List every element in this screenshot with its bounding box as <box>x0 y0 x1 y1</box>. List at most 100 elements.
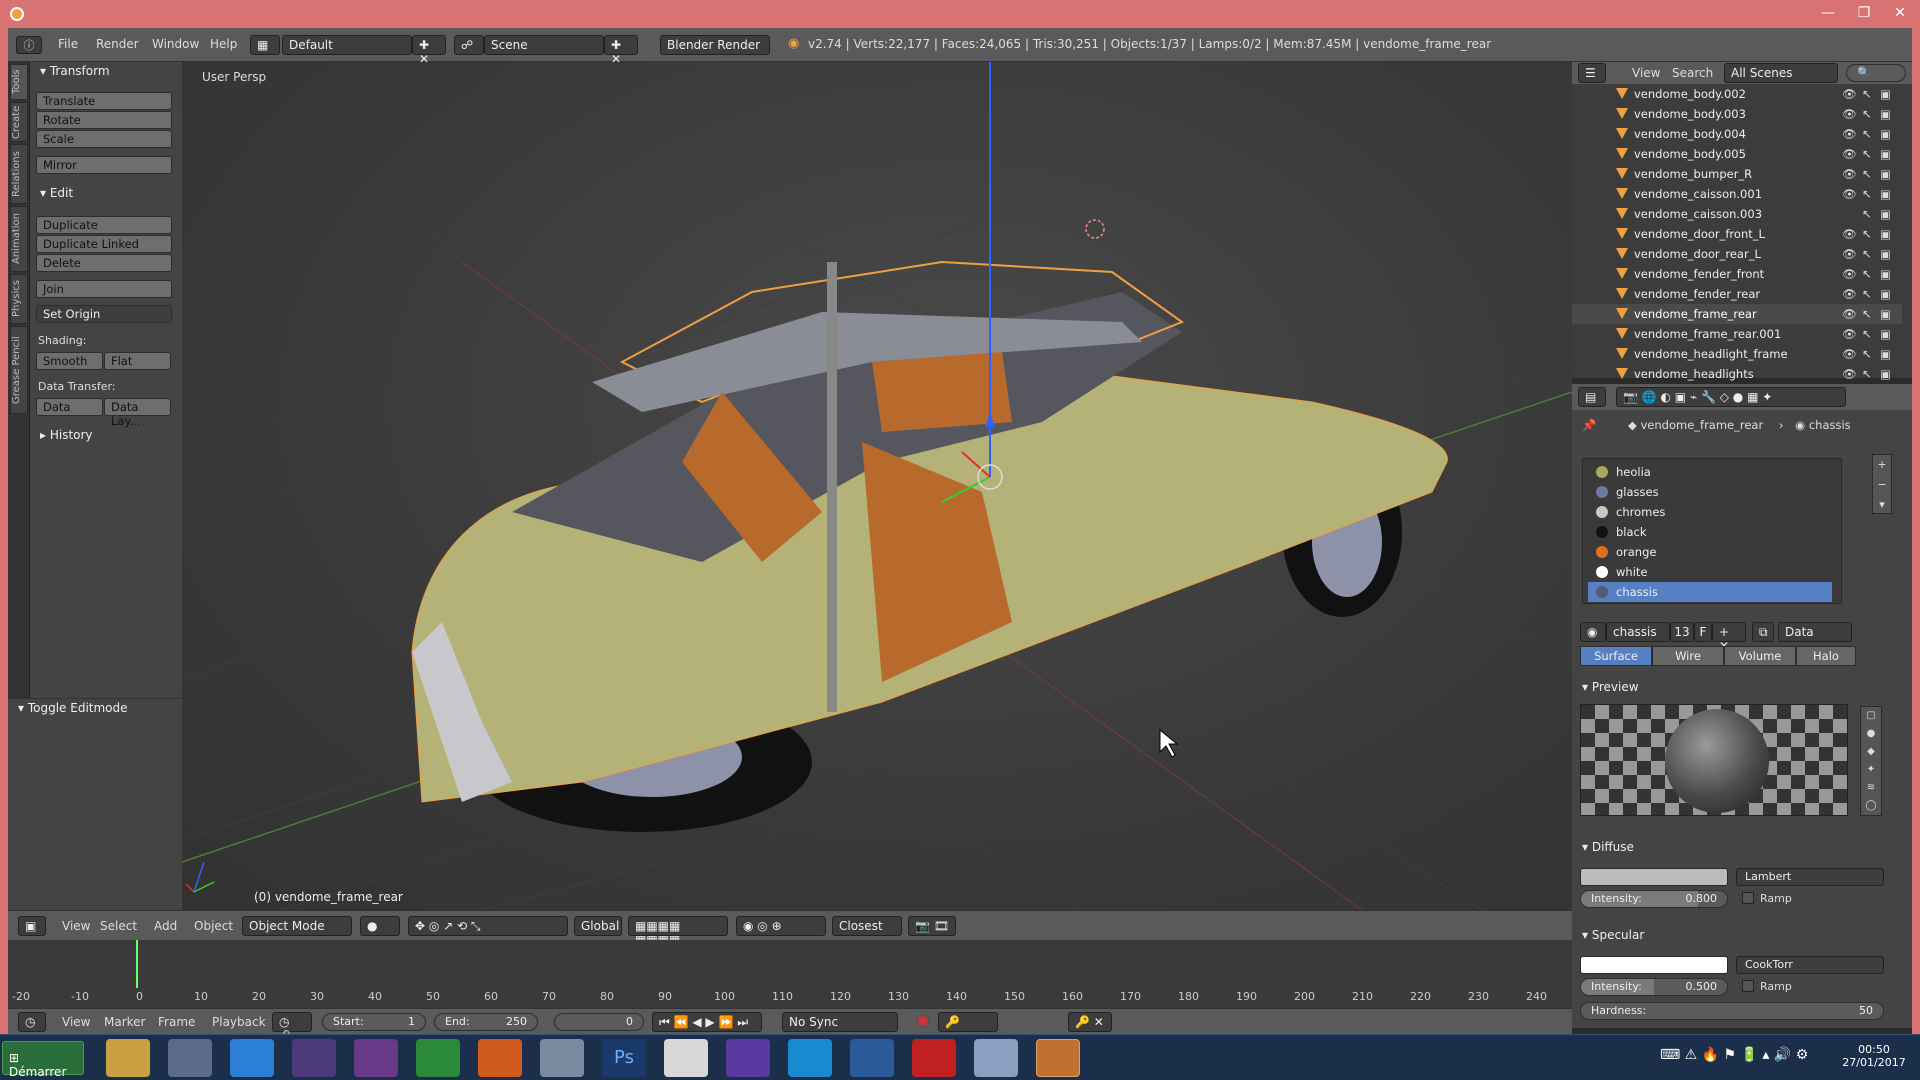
preview-range-toggle[interactable]: ◷ 🔒 <box>272 1012 312 1043</box>
outliner-row[interactable]: vendome_frame_rear.001 👁 ↖ ▣ <box>1572 324 1902 344</box>
record-icon[interactable] <box>916 1014 930 1028</box>
selectable-arrow-icon[interactable]: ↖ <box>1862 227 1872 241</box>
link-select[interactable]: Data <box>1778 622 1852 642</box>
copy-material-icon[interactable]: ⧉ <box>1752 622 1774 642</box>
tab-surface[interactable]: Surface <box>1580 646 1652 666</box>
data-layout-button[interactable]: Data Lay... <box>104 398 171 428</box>
outliner-display-select[interactable]: All Scenes <box>1724 63 1838 83</box>
visibility-eye-icon[interactable]: 👁 <box>1842 227 1857 241</box>
tab-create[interactable]: Create <box>10 102 28 142</box>
scene-add-remove[interactable]: ✚ ✕ <box>604 35 638 66</box>
fake-user-toggle[interactable]: F <box>1694 622 1712 642</box>
firefox-icon[interactable] <box>478 1039 522 1077</box>
car-model-render[interactable] <box>182 62 1572 910</box>
preview-type-buttons[interactable]: ▢ ● ◆ ✦ ≋ ◯ <box>1860 706 1882 816</box>
delete-button[interactable]: Delete <box>36 254 172 272</box>
xnview-icon[interactable] <box>292 1039 336 1077</box>
renderable-camera-icon[interactable]: ▣ <box>1880 147 1891 161</box>
selectable-arrow-icon[interactable]: ↖ <box>1862 187 1872 201</box>
render-engine-select[interactable]: Blender Render <box>660 35 770 55</box>
selectable-arrow-icon[interactable]: ↖ <box>1862 147 1872 161</box>
tab-tools[interactable]: Tools <box>10 64 28 100</box>
start-frame-field[interactable]: Start: 1 <box>322 1013 426 1031</box>
menu-render[interactable]: Render <box>96 37 139 51</box>
scene-icon[interactable]: ☍ <box>454 35 484 55</box>
orientation-select[interactable]: Global <box>574 916 622 936</box>
manipulator-tools[interactable]: ✥ ◎ ↗ ⟲ ⤡ <box>408 916 568 936</box>
tab-animation[interactable]: Animation <box>10 206 28 272</box>
maximize-button[interactable]: ❐ <box>1846 0 1882 26</box>
transform-panel-title[interactable]: ▾ Transform <box>40 64 110 78</box>
timeline-menu-view[interactable]: View <box>62 1015 90 1029</box>
visibility-eye-icon[interactable]: 👁 <box>1842 87 1857 101</box>
app-icon[interactable] <box>912 1039 956 1077</box>
renderable-camera-icon[interactable]: ▣ <box>1880 327 1891 341</box>
renderable-camera-icon[interactable]: ▣ <box>1880 287 1891 301</box>
specular-shader-select[interactable]: CookTorr <box>1736 956 1884 974</box>
timeline-editor-icon[interactable]: ◷ <box>18 1012 46 1032</box>
toggle-editmode-title[interactable]: ▾ Toggle Editmode <box>18 701 128 715</box>
timeline[interactable]: -20 -10 0 10 20 30 40 50 60 70 80 90 100… <box>8 940 1572 1008</box>
renderable-camera-icon[interactable]: ▣ <box>1880 87 1891 101</box>
outliner-row[interactable]: vendome_caisson.001 👁 ↖ ▣ <box>1572 184 1902 204</box>
outliner-row[interactable]: vendome_fender_front 👁 ↖ ▣ <box>1572 264 1902 284</box>
tab-volume[interactable]: Volume <box>1724 646 1796 666</box>
photoshop-icon[interactable]: Ps <box>602 1039 646 1077</box>
3d-cursor-icon[interactable] <box>1085 219 1105 239</box>
selectable-arrow-icon[interactable]: ↖ <box>1862 247 1872 261</box>
renderable-camera-icon[interactable]: ▣ <box>1880 107 1891 121</box>
history-panel-title[interactable]: ▸ History <box>40 428 93 442</box>
dropbox-icon[interactable] <box>230 1039 274 1077</box>
visibility-eye-icon[interactable]: 👁 <box>1842 127 1857 141</box>
material-slot[interactable]: white <box>1588 562 1832 582</box>
renderable-camera-icon[interactable]: ▣ <box>1880 167 1891 181</box>
editor-type-icon[interactable]: ▣ <box>18 916 46 936</box>
shading-select[interactable]: ● <box>360 916 400 936</box>
material-browse-icon[interactable]: ◉ <box>1580 622 1606 642</box>
outliner-row[interactable]: vendome_body.005 👁 ↖ ▣ <box>1572 144 1902 164</box>
outliner-menu-view[interactable]: View <box>1632 66 1660 80</box>
playback-controls[interactable]: ⏮ ⏪ ◀ ▶ ⏩ ⏭ <box>652 1012 762 1032</box>
visibility-eye-icon[interactable]: 👁 <box>1842 307 1857 321</box>
visibility-eye-icon[interactable]: 👁 <box>1842 327 1857 341</box>
material-slot[interactable]: heolia <box>1588 462 1832 482</box>
renderable-camera-icon[interactable]: ▣ <box>1880 207 1891 221</box>
edit-panel-title[interactable]: ▾ Edit <box>40 186 73 200</box>
snap-target-select[interactable]: Closest <box>832 916 902 936</box>
diffuse-shader-select[interactable]: Lambert <box>1736 868 1884 886</box>
render-buttons[interactable]: 📷 🎞 <box>908 916 956 936</box>
keyframe-insert-delete[interactable]: 🔑 ✕ <box>1068 1012 1112 1032</box>
specular-intensity-slider[interactable]: Intensity: 0.500 <box>1580 978 1728 996</box>
tab-relations[interactable]: Relations <box>10 144 28 204</box>
layers-grid[interactable]: ▦▦▦▦ ▦▦▦▦ <box>628 916 728 947</box>
selectable-arrow-icon[interactable]: ↖ <box>1862 207 1872 221</box>
app-icon[interactable] <box>974 1039 1018 1077</box>
mode-select[interactable]: Object Mode <box>242 916 352 936</box>
timeline-menu-playback[interactable]: Playback <box>212 1015 266 1029</box>
visibility-eye-icon[interactable]: 👁 <box>1842 147 1857 161</box>
blender-taskbar-icon[interactable] <box>1036 1039 1080 1077</box>
material-add-unlink[interactable]: + ✕ <box>1712 622 1746 653</box>
close-button[interactable]: ✕ <box>1882 0 1918 26</box>
tab-grease-pencil[interactable]: Grease Pencil <box>10 326 28 414</box>
selectable-arrow-icon[interactable]: ↖ <box>1862 267 1872 281</box>
renderable-camera-icon[interactable]: ▣ <box>1880 227 1891 241</box>
join-button[interactable]: Join <box>36 280 172 298</box>
tab-physics[interactable]: Physics <box>10 274 28 324</box>
renderable-camera-icon[interactable]: ▣ <box>1880 187 1891 201</box>
keying-set-select[interactable]: 🔑 <box>938 1012 998 1032</box>
system-tray-icons[interactable]: ⌨ ⚠ 🔥 ⚑ 🔋 ▴ 🔊 ⚙ <box>1660 1047 1808 1063</box>
outliner-row[interactable]: vendome_body.002 👁 ↖ ▣ <box>1572 84 1902 104</box>
outliner-search-input[interactable]: 🔍 <box>1846 64 1906 82</box>
outliner-row-selected[interactable]: vendome_frame_rear 👁 ↖ ▣ <box>1572 304 1902 324</box>
minimize-button[interactable]: — <box>1810 0 1846 26</box>
outliner-row[interactable]: vendome_headlight_frame 👁 ↖ ▣ <box>1572 344 1902 364</box>
data-transfer-button[interactable]: Data <box>36 398 103 416</box>
visibility-eye-icon[interactable]: 👁 <box>1842 107 1857 121</box>
visibility-eye-icon[interactable]: 👁 <box>1842 167 1857 181</box>
tab-wire[interactable]: Wire <box>1652 646 1724 666</box>
viewport-menu-add[interactable]: Add <box>154 919 177 933</box>
timeline-frame-cursor[interactable] <box>136 940 138 988</box>
renderable-camera-icon[interactable]: ▣ <box>1880 367 1891 381</box>
diffuse-ramp-checkbox[interactable] <box>1742 892 1754 904</box>
